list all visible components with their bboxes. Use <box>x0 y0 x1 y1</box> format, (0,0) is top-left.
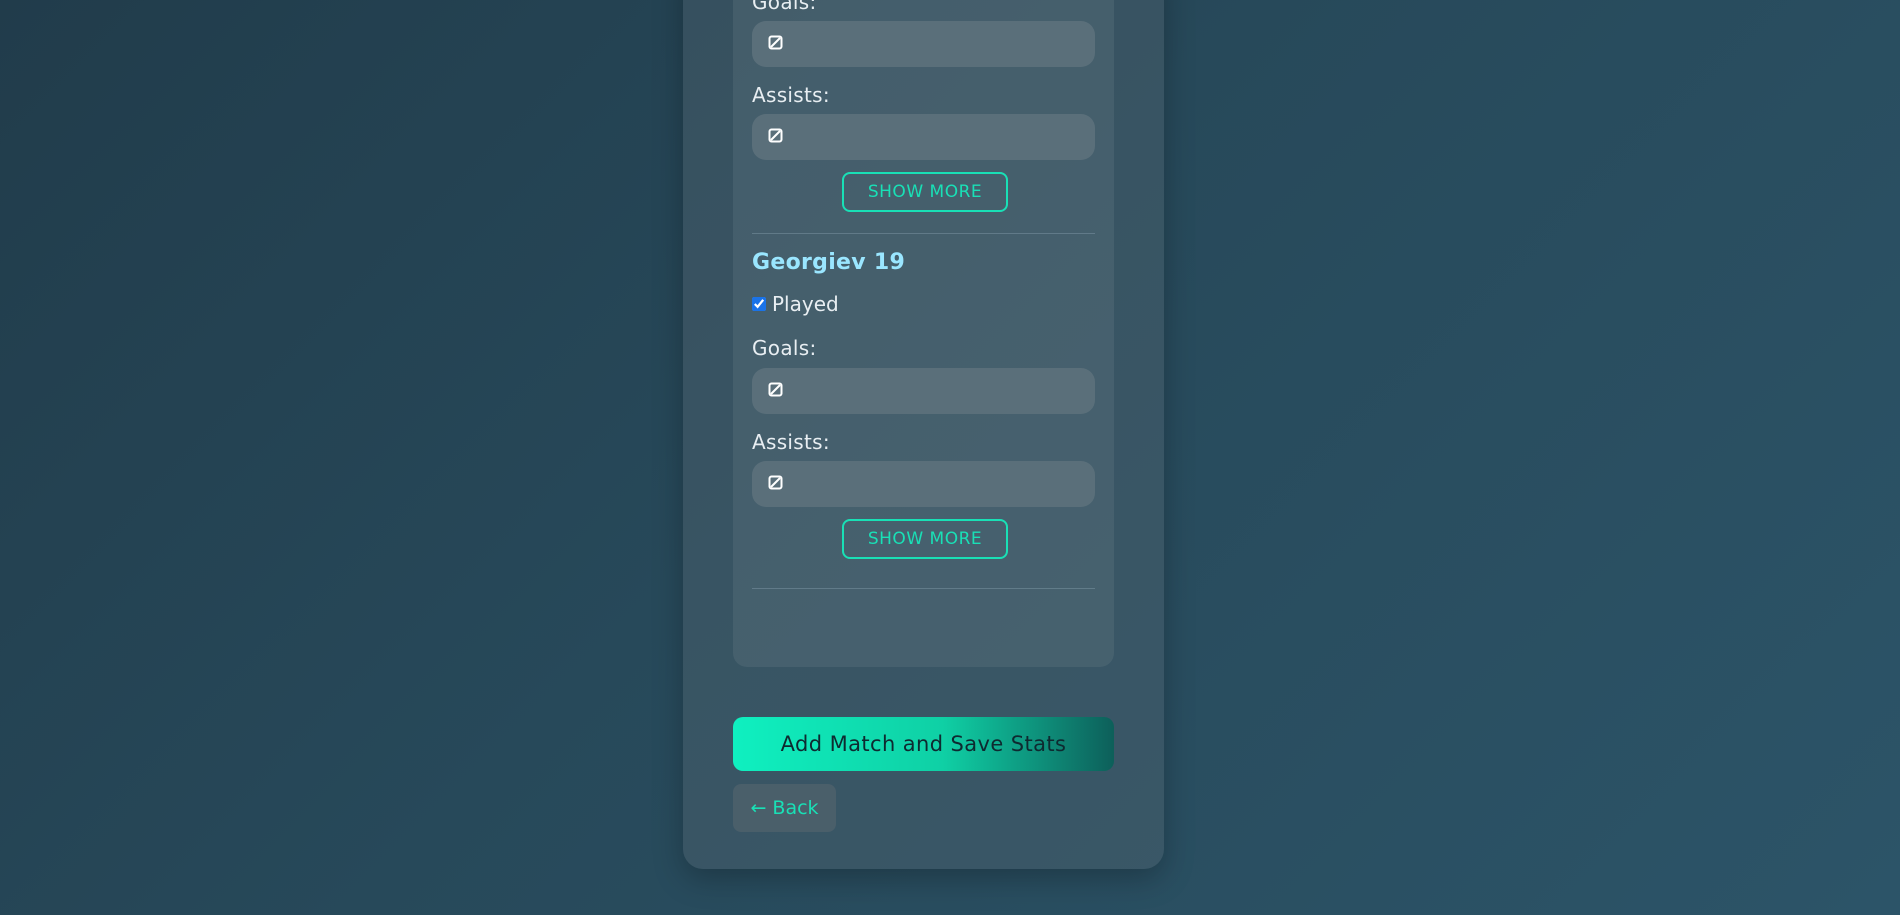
player-stats-block: Goals: Assists: SHOW MORE <box>752 0 1095 230</box>
player-divider <box>752 588 1095 589</box>
played-checkbox[interactable] <box>752 297 766 311</box>
goals-label: Goals: <box>752 336 817 360</box>
player-name: Georgiev 19 <box>752 250 906 275</box>
assists-label: Assists: <box>752 430 830 454</box>
goals-label: Goals: <box>752 0 817 14</box>
played-toggle[interactable]: Played <box>752 292 839 316</box>
add-match-save-stats-button[interactable]: Add Match and Save Stats <box>733 717 1114 771</box>
player-stats-block: Georgiev 19 Played Goals: Assists: SHOW … <box>752 250 1095 570</box>
players-stats-panel: Goals: Assists: SHOW MORE Georgiev 19 Pl… <box>733 0 1114 667</box>
show-more-button[interactable]: SHOW MORE <box>842 172 1008 212</box>
player-divider <box>752 233 1095 234</box>
assists-input[interactable] <box>752 114 1095 160</box>
show-more-button[interactable]: SHOW MORE <box>842 519 1008 559</box>
back-button[interactable]: ← Back <box>733 784 836 832</box>
match-stats-card: Goals: Assists: SHOW MORE Georgiev 19 Pl… <box>683 0 1164 869</box>
assists-label: Assists: <box>752 83 830 107</box>
goals-input[interactable] <box>752 368 1095 414</box>
goals-input[interactable] <box>752 21 1095 67</box>
assists-input[interactable] <box>752 461 1095 507</box>
played-label: Played <box>772 292 839 316</box>
